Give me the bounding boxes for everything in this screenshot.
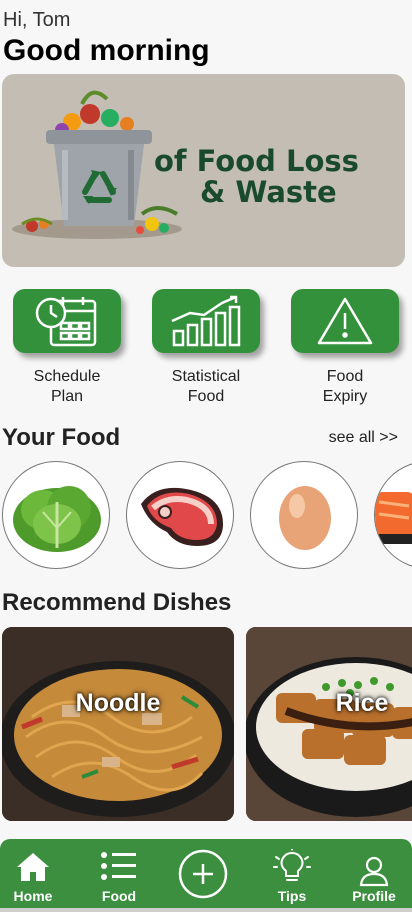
nav-add[interactable] [168,839,238,908]
lightbulb-icon [273,849,311,881]
greeting-text: Hi, Tom [3,9,71,31]
home-icon [17,853,49,881]
food-expiry-label-line1: Food [326,368,364,385]
your-food-heading: Your Food [2,424,121,451]
food-item-egg[interactable] [250,461,358,569]
nav-profile-label: Profile [352,888,396,904]
statistical-food-label: Statistical Food [151,367,261,407]
plus-circle-icon [178,849,228,899]
nav-food-label: Food [101,888,137,904]
recommend-dishes-heading: Recommend Dishes [2,589,232,616]
statistical-food-label-line1: Statistical [171,368,241,385]
banner-line-1: of Food Loss [154,144,359,178]
nav-home-label: Home [13,888,53,904]
statistical-food-label-line2: Food [187,388,225,405]
list-icon [101,852,136,880]
calendar-clock-icon [35,297,97,347]
dish-card-noodle[interactable]: Noodle [2,627,234,821]
recommend-dishes-list: Noodle Rice [0,627,412,822]
bar-chart-icon [171,295,241,347]
schedule-plan-label: Schedule Plan [12,367,122,407]
quick-actions: Schedule Plan Statistical Food Food Expi… [0,289,412,409]
see-all-link[interactable]: see all >> [329,429,398,447]
banner-line-2: & Waste [200,175,337,209]
dish-card-rice[interactable]: Rice [246,627,412,821]
food-expiry-label-line2: Expiry [322,388,368,405]
egg-icon [279,486,331,550]
nav-profile[interactable]: Profile [339,839,409,908]
your-food-list [0,461,412,571]
food-expiry-icon-button[interactable] [291,289,399,353]
schedule-plan-label-line1: Schedule [33,368,101,385]
food-expiry-label: Food Expiry [290,367,400,407]
schedule-plan-icon-button[interactable] [13,289,121,353]
nav-home[interactable]: Home [0,839,68,908]
system-gesture-bar [0,908,412,912]
nav-tips-label: Tips [277,888,307,904]
nav-tips[interactable]: Tips [257,839,327,908]
food-item-lettuce[interactable] [2,461,110,569]
user-icon [359,856,389,887]
page-title: Good morning [3,34,210,67]
steak-icon [141,487,223,546]
food-waste-banner[interactable]: of Food Loss & Waste [2,74,405,267]
salmon-icon [375,492,412,544]
bottom-navigation: Home Food Tips Profile [0,839,412,908]
food-expiry-button[interactable]: Food Expiry [290,289,400,407]
warning-icon [317,297,373,345]
nav-food[interactable]: Food [84,839,154,908]
food-item-salmon[interactable] [374,461,412,569]
rice-photo [246,627,412,821]
statistical-food-button[interactable]: Statistical Food [151,289,261,407]
dish-label-noodle: Noodle [75,689,161,717]
schedule-plan-label-line2: Plan [50,388,84,405]
food-item-meat[interactable] [126,461,234,569]
banner-heading: of Food Loss & Waste [154,146,394,208]
statistical-food-icon-button[interactable] [152,289,260,353]
dish-label-rice: Rice [335,689,389,717]
noodle-photo [2,627,234,821]
lettuce-icon [13,486,101,552]
schedule-plan-button[interactable]: Schedule Plan [12,289,122,407]
